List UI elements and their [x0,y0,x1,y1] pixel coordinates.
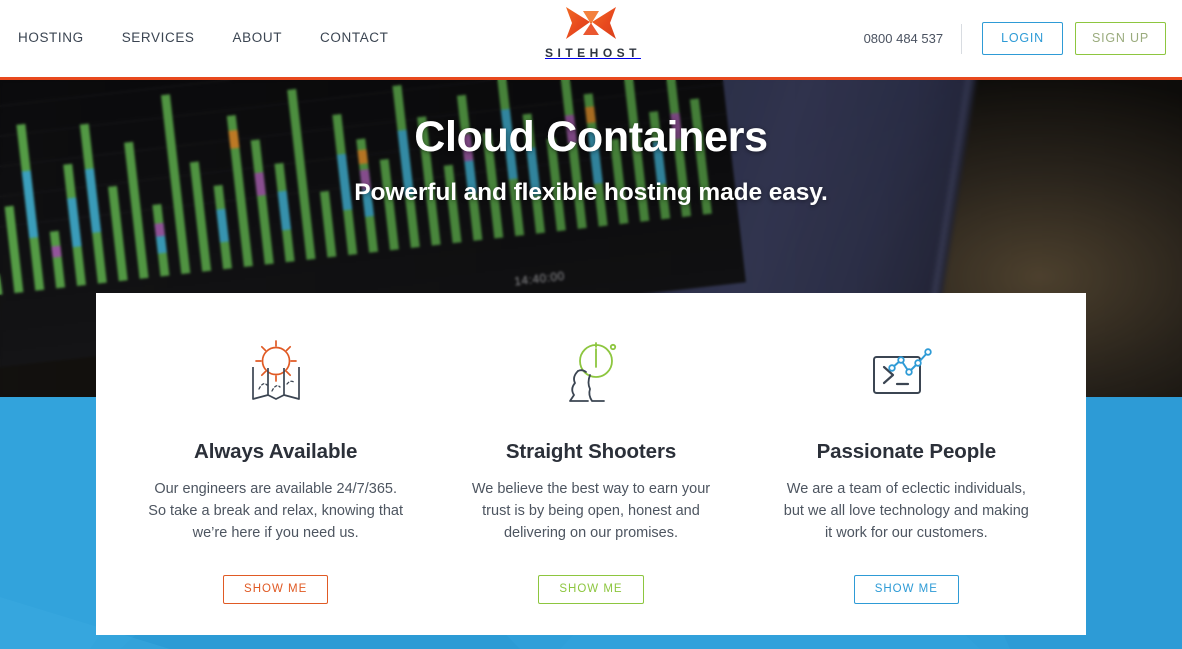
show-me-button-straight-shooters[interactable]: SHOW ME [538,575,644,604]
nav-item-hosting[interactable]: HOSTING [18,29,84,47]
feature-column-straight-shooters: Straight Shooters We believe the best wa… [433,333,748,635]
feature-title: Always Available [194,440,358,463]
sun-map-icon [130,333,421,411]
header-divider [961,23,963,54]
primary-navigation: HOSTING SERVICES ABOUT CONTACT [18,29,389,47]
feature-cta-wrap: SHOW ME [761,575,1052,604]
hero-subtitle: Powerful and flexible hosting made easy. [354,179,828,206]
site-logo[interactable]: SITEHOST [521,5,661,60]
feature-columns: Always Available Our engineers are avail… [96,293,1086,635]
feature-cta-wrap: SHOW ME [445,575,736,604]
show-me-button-passionate-people[interactable]: SHOW ME [853,575,959,604]
hero-copy: Cloud Containers Powerful and flexible h… [0,80,1182,207]
site-header: HOSTING SERVICES ABOUT CONTACT SITEHOST … [0,0,1182,77]
phone-number: 0800 484 537 [863,31,944,46]
header-actions: 0800 484 537 LOGIN SIGN UP [864,20,1166,57]
feature-body: We believe the best way to earn your tru… [471,481,711,541]
feature-title: Passionate People [816,440,997,463]
feature-column-always-available: Always Available Our engineers are avail… [118,333,433,635]
hero-title: Cloud Containers [414,113,768,161]
logo-wordmark: SITEHOST [544,46,641,60]
terminal-chart-icon [761,333,1052,411]
signup-button[interactable]: SIGN UP [1075,22,1166,55]
feature-title: Straight Shooters [505,440,677,463]
nav-item-contact[interactable]: CONTACT [320,29,388,47]
stopwatch-person-icon [445,333,736,411]
feature-body: We are a team of eclectic individuals, b… [783,481,1029,541]
feature-card-panel: Always Available Our engineers are avail… [96,293,1086,635]
feature-body: Our engineers are available 24/7/365. So… [148,481,404,541]
feature-cta-wrap: SHOW ME [130,575,421,604]
nav-item-about[interactable]: ABOUT [233,29,283,47]
nav-item-services[interactable]: SERVICES [122,29,195,47]
login-button[interactable]: LOGIN [982,22,1063,55]
feature-column-passionate-people: Passionate People We are a team of eclec… [749,333,1064,635]
sitehost-butterfly-logo-icon [566,7,616,39]
show-me-button-always-available[interactable]: SHOW ME [223,575,329,604]
